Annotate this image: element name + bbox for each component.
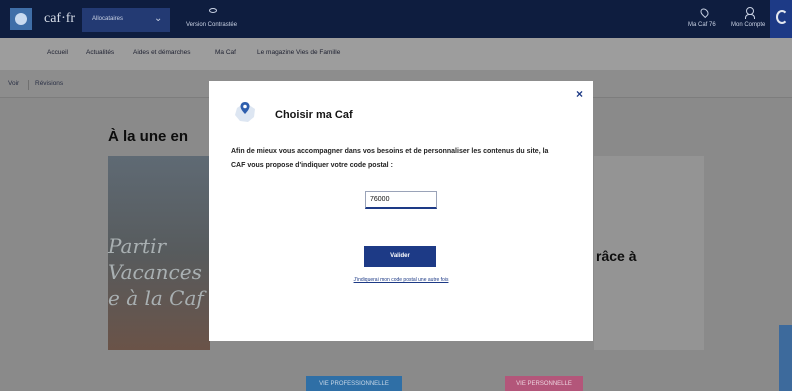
role-label: Allocataires xyxy=(92,16,124,22)
modal-title: Choisir ma Caf xyxy=(275,109,353,121)
vacances-card-image[interactable]: Partir Vacances e à la Caf xyxy=(108,156,210,350)
breadcrumb-item-revisions[interactable]: Révisions xyxy=(35,80,63,87)
user-icon[interactable] xyxy=(745,7,755,19)
eye-icon[interactable] xyxy=(209,8,217,13)
breadcrumb-separator xyxy=(28,80,29,90)
search-button[interactable] xyxy=(770,0,792,38)
postal-code-input[interactable] xyxy=(365,191,437,209)
location-pin-icon[interactable] xyxy=(698,6,711,19)
nav-item-ma-caf[interactable]: Ma Caf xyxy=(215,49,236,56)
nav-item-accueil[interactable]: Accueil xyxy=(47,49,68,56)
later-postal-code-link[interactable]: J'indiquerai mon code postal une autre f… xyxy=(209,277,593,283)
caf-logo-icon[interactable] xyxy=(10,8,32,30)
my-caf-link[interactable]: Ma Caf 76 xyxy=(688,22,716,28)
nav-item-actualites[interactable]: Actualités xyxy=(86,49,114,56)
vie-professionnelle-button[interactable]: VIE PROFESSIONNELLE xyxy=(306,376,402,391)
card-image-line-2: Vacances xyxy=(108,260,202,284)
side-widget-strip[interactable] xyxy=(779,325,792,391)
nav-item-aides[interactable]: Aides et démarches xyxy=(133,49,190,56)
top-header: caf·fr Allocataires ⌄ Version Contrastée… xyxy=(0,0,792,38)
card-headline-fragment: râce à xyxy=(596,248,637,264)
france-map-pin-icon xyxy=(231,99,259,125)
search-icon xyxy=(776,10,788,24)
card-image-line-3: e à la Caf xyxy=(108,286,204,310)
role-selector-button[interactable]: Allocataires ⌄ xyxy=(82,8,170,32)
choose-caf-modal: × Choisir ma Caf Afin de mieux vous acco… xyxy=(209,81,593,341)
vie-personnelle-button[interactable]: VIE PERSONNELLE xyxy=(505,376,583,391)
nav-item-magazine[interactable]: Le magazine Vies de Famille xyxy=(257,49,340,56)
main-nav: Accueil Actualités Aides et démarches Ma… xyxy=(0,38,792,70)
modal-description: Afin de mieux vous accompagner dans vos … xyxy=(231,148,549,169)
chevron-down-icon: ⌄ xyxy=(154,13,163,24)
valider-button[interactable]: Valider xyxy=(364,246,436,267)
contrast-version-link[interactable]: Version Contrastée xyxy=(186,22,237,28)
my-account-link[interactable]: Mon Compte xyxy=(731,22,765,28)
card-image-line-1: Partir xyxy=(108,234,167,258)
logo-text[interactable]: caf·fr xyxy=(44,11,75,27)
breadcrumb-item-voir[interactable]: Voir xyxy=(8,80,19,87)
une-section-title: À la une en xyxy=(108,128,189,145)
close-icon[interactable]: × xyxy=(576,87,583,101)
